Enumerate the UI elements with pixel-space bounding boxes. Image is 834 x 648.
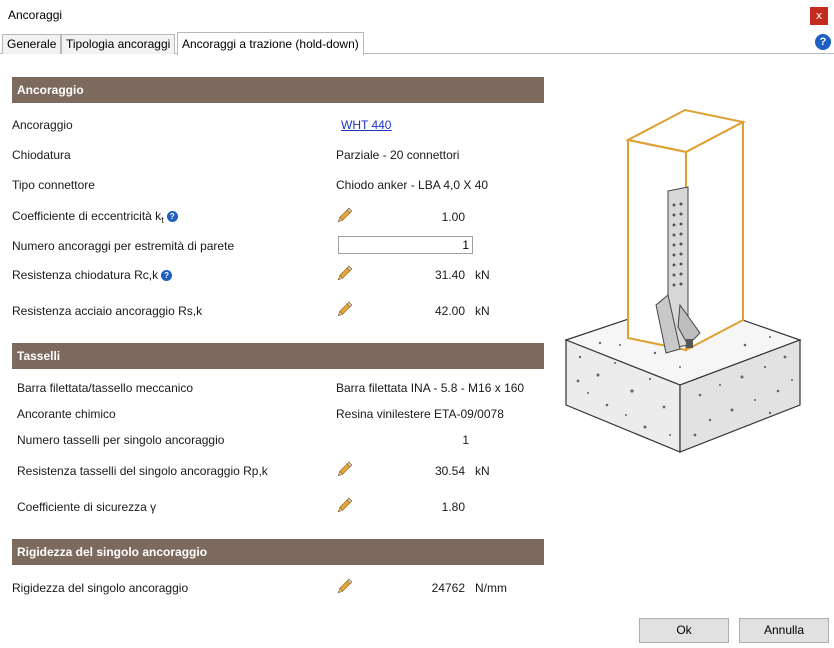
tab-strip: Generale Tipologia ancoraggi Ancoraggi a… [0, 32, 834, 55]
sicurezza-value: 1.80 [441, 500, 465, 514]
info-icon[interactable]: ? [161, 270, 173, 281]
info-icon[interactable]: ? [166, 211, 178, 222]
barra-value: Barra filettata INA - 5.8 - M16 x 160 [336, 381, 525, 395]
edit-resistenza-acciaio-pencil-icon[interactable] [334, 300, 354, 320]
numero-ancoraggi-label: Numero ancoraggi per estremità di parete [12, 239, 235, 253]
resistenza-tasselli-label: Resistenza tasselli del singolo ancoragg… [17, 464, 268, 478]
section-header-tasselli: Tasselli [12, 343, 544, 369]
resistenza-tasselli-value: 30.54 [434, 464, 465, 478]
help-icon[interactable]: ? [815, 34, 831, 50]
eccentricita-value: 1.00 [441, 210, 465, 224]
chiodatura-value: Parziale - 20 connettori [336, 148, 460, 162]
resistenza-acciaio-unit: kN [475, 304, 490, 318]
edit-resistenza-chiodatura-pencil-icon[interactable] [334, 264, 354, 284]
resistenza-chiodatura-label-text: Resistenza chiodatura Rc,k [12, 268, 159, 282]
ancoraggio-label: Ancoraggio [12, 118, 73, 132]
resistenza-chiodatura-unit: kN [475, 268, 490, 282]
resistenza-acciaio-value: 42.00 [434, 304, 465, 318]
tipo-connettore-value: Chiodo anker - LBA 4,0 X 40 [336, 178, 489, 192]
tipo-connettore-label: Tipo connettore [12, 178, 95, 192]
ancoraggio-link[interactable]: WHT 440 [341, 118, 391, 132]
eccentricita-label-text: Coefficiente di eccentricità k [12, 209, 162, 223]
barra-label: Barra filettata/tassello meccanico [17, 381, 194, 395]
section-header-ancoraggio: Ancoraggio [12, 77, 544, 103]
edit-eccentricita-pencil-icon[interactable] [334, 206, 354, 226]
numero-tasselli-label: Numero tasselli per singolo ancoraggio [17, 433, 225, 447]
ancorante-label: Ancorante chimico [17, 407, 116, 421]
resistenza-acciaio-label: Resistenza acciaio ancoraggio Rs,k [12, 304, 203, 318]
resistenza-chiodatura-label: Resistenza chiodatura Rc,k? [12, 268, 173, 282]
close-button[interactable]: x [810, 7, 828, 25]
tab-ancoraggi-trazione[interactable]: Ancoraggi a trazione (hold-down) [177, 32, 364, 55]
resistenza-chiodatura-value: 31.40 [434, 268, 465, 282]
ancorante-value: Resina vinilestere ETA-09/0078 [336, 407, 504, 421]
tab-tipologia-ancoraggi[interactable]: Tipologia ancoraggi [61, 34, 176, 54]
edit-rigidezza-pencil-icon[interactable] [334, 577, 354, 597]
rigidezza-label: Rigidezza del singolo ancoraggio [12, 581, 189, 595]
window-title: Ancoraggi [8, 8, 63, 22]
numero-ancoraggi-input[interactable] [338, 236, 473, 254]
resistenza-tasselli-unit: kN [475, 464, 490, 478]
cancel-button[interactable]: Annulla [739, 618, 829, 643]
section-header-rigidezza: Rigidezza del singolo ancoraggio [12, 539, 544, 565]
title-bar: Ancoraggi x [0, 0, 834, 32]
ok-button[interactable]: Ok [639, 618, 729, 643]
edit-sicurezza-pencil-icon[interactable] [334, 496, 354, 516]
tab-generale[interactable]: Generale [2, 34, 62, 54]
rigidezza-value: 24762 [431, 581, 465, 595]
numero-tasselli-value: 1 [462, 433, 469, 447]
edit-resistenza-tasselli-pencil-icon[interactable] [334, 460, 354, 480]
rigidezza-unit: N/mm [475, 581, 507, 595]
eccentricita-subscript: t [161, 215, 164, 225]
chiodatura-label: Chiodatura [12, 148, 71, 162]
sicurezza-label: Coefficiente di sicurezza γ [17, 500, 157, 514]
eccentricita-label: Coefficiente di eccentricità kt? [12, 209, 178, 225]
hold-down-illustration [564, 108, 802, 453]
